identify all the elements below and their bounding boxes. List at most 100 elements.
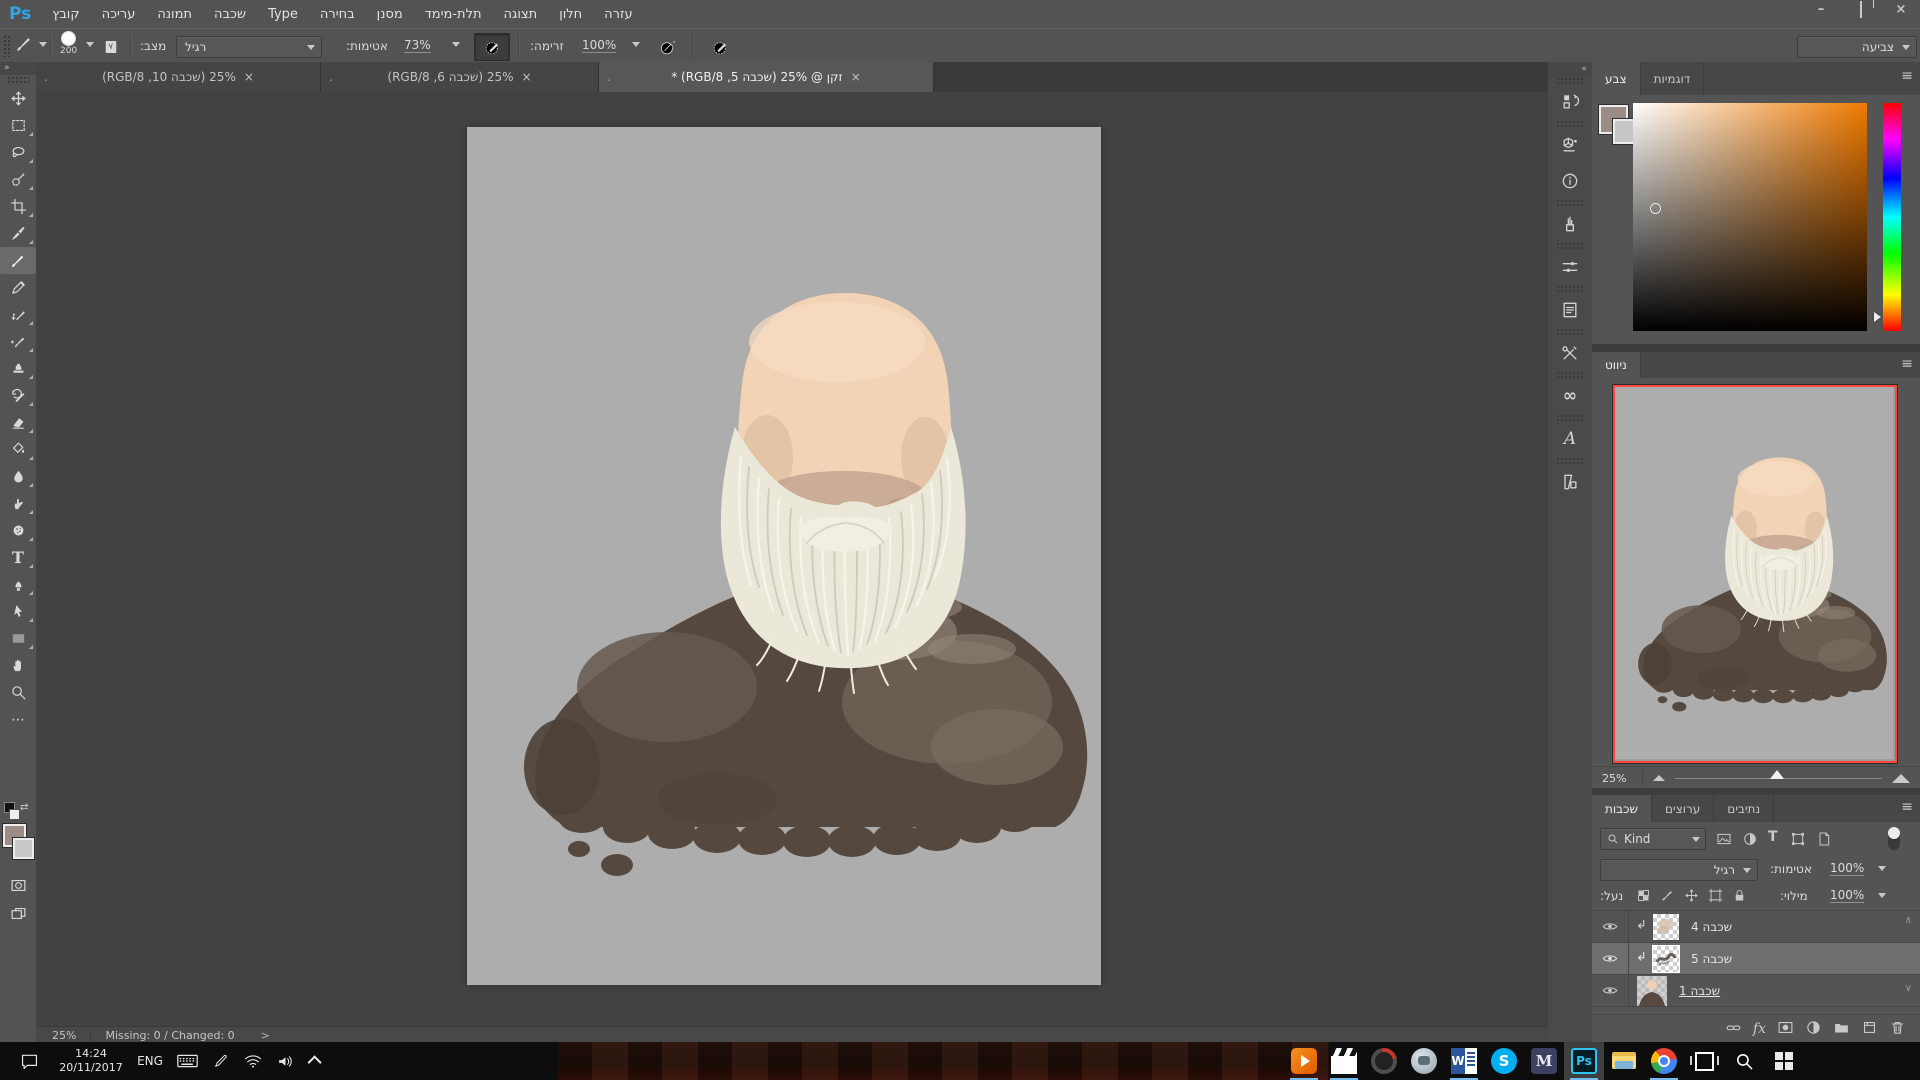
navigator-preview[interactable]	[1612, 384, 1898, 764]
tab-layers[interactable]: שכבות	[1592, 795, 1652, 822]
lock-transparency-icon[interactable]	[1636, 888, 1651, 906]
marquee-tool[interactable]	[0, 112, 36, 139]
brush-settings-panel-button[interactable]	[1548, 249, 1592, 285]
app-media-player-icon[interactable]	[1284, 1042, 1324, 1080]
filter-type-text-icon[interactable]: T	[1768, 829, 1778, 845]
app-explorer-icon[interactable]	[1604, 1042, 1644, 1080]
visibility-eye-icon[interactable]	[1592, 975, 1629, 1006]
close-tab-icon[interactable]: ×	[522, 70, 532, 84]
layer-opacity-value[interactable]: 100%	[1830, 861, 1865, 876]
task-view-icon[interactable]	[1684, 1042, 1724, 1080]
filter-shape-icon[interactable]	[1790, 831, 1806, 850]
volume-icon[interactable]	[270, 1042, 300, 1080]
clock[interactable]: 14:24 20/11/2017	[52, 1042, 130, 1080]
layer-thumbnail[interactable]	[1652, 944, 1680, 973]
tab-paths[interactable]: נתיבים	[1714, 795, 1775, 822]
tool-presets-panel-button[interactable]	[1548, 335, 1592, 371]
tab-navigator[interactable]: ניווט	[1592, 352, 1641, 378]
more-tools-button[interactable]: ⋯	[0, 706, 36, 733]
app-gray-utility-icon[interactable]	[1404, 1042, 1444, 1080]
color-cursor[interactable]	[1650, 203, 1661, 214]
new-group-folder-icon[interactable]	[1833, 1019, 1850, 1039]
chevron-down-icon[interactable]	[452, 42, 460, 47]
move-tool[interactable]	[0, 85, 36, 112]
chevron-down-icon[interactable]	[1878, 893, 1886, 898]
pressure-opacity-button[interactable]	[474, 33, 510, 61]
expand-panels-button[interactable]: «	[1548, 62, 1592, 77]
tab-channels[interactable]: ערוצים	[1652, 795, 1715, 822]
clone-source-panel-button[interactable]	[1548, 292, 1592, 328]
notes-panel-button[interactable]	[1548, 464, 1592, 500]
pencil-tool[interactable]	[0, 274, 36, 301]
zoom-slider-thumb[interactable]	[1770, 769, 1785, 779]
hue-slider[interactable]	[1883, 103, 1901, 331]
filter-smart-object-icon[interactable]	[1816, 831, 1832, 850]
app-word-icon[interactable]: W	[1444, 1042, 1484, 1080]
canvas-area[interactable]	[36, 92, 1548, 1026]
menu-help[interactable]: עזרה	[593, 0, 643, 28]
foreground-background-swatches[interactable]	[2, 823, 35, 866]
opacity-value[interactable]: 73%	[404, 38, 431, 53]
history-brush-tool[interactable]	[0, 382, 36, 409]
layer-row-4[interactable]: שכבה 4 ∧	[1592, 911, 1920, 943]
brush-size-picker[interactable]: 200	[60, 31, 77, 56]
info-panel-button[interactable]	[1548, 163, 1592, 199]
creative-cloud-panel-button[interactable]: ∞	[1548, 378, 1592, 414]
layer-thumbnail[interactable]	[1637, 975, 1667, 1006]
menu-window[interactable]: חלון	[548, 0, 593, 28]
swap-colors-icon[interactable]: ⇄	[20, 802, 28, 813]
menu-filter[interactable]: מסנן	[366, 0, 414, 28]
chevron-down-icon[interactable]	[632, 42, 640, 47]
language-indicator[interactable]: ENG	[132, 1042, 168, 1080]
wifi-icon[interactable]	[238, 1042, 268, 1080]
new-layer-icon[interactable]	[1861, 1019, 1878, 1039]
menu-3d[interactable]: תלת-מימד	[414, 0, 493, 28]
pressure-size-button[interactable]	[702, 33, 738, 61]
layer-style-fx-icon[interactable]: fx	[1753, 1021, 1766, 1037]
document-tab-1[interactable]: . 25% (שכבה 10, RGB/8) ×	[36, 62, 321, 92]
sponge-tool[interactable]	[0, 517, 36, 544]
tab-color[interactable]: צבע	[1592, 62, 1641, 95]
chevron-down-icon[interactable]	[1878, 866, 1886, 871]
blend-mode-dropdown[interactable]: רגיל	[176, 36, 322, 58]
glyphs-panel-button[interactable]: A	[1548, 421, 1592, 457]
artwork-bearded-man[interactable]	[467, 127, 1101, 985]
menu-image[interactable]: תמונה	[146, 0, 203, 28]
action-center-icon[interactable]	[12, 1042, 46, 1080]
workspace-dropdown[interactable]: צביעה	[1797, 36, 1917, 58]
background-color-swatch[interactable]	[12, 837, 35, 860]
paint-bucket-tool[interactable]	[0, 436, 36, 463]
app-movie-maker-icon[interactable]	[1324, 1042, 1364, 1080]
app-skype-icon[interactable]: S	[1484, 1042, 1524, 1080]
adjustment-layer-icon[interactable]	[1805, 1019, 1822, 1039]
layer-row-1[interactable]: שכבה 1 ∨	[1592, 975, 1920, 1007]
blur-tool[interactable]	[0, 463, 36, 490]
eyedropper-tool[interactable]	[0, 220, 36, 247]
zoom-in-button[interactable]	[1892, 773, 1910, 783]
navigator-view-box[interactable]	[1613, 385, 1897, 763]
filter-type-dropdown[interactable]: Kind	[1600, 828, 1706, 850]
crop-tool[interactable]	[0, 193, 36, 220]
layer-blend-mode-dropdown[interactable]: רגיל	[1600, 859, 1758, 881]
app-photoshop-icon[interactable]: Ps	[1564, 1042, 1604, 1080]
lock-position-icon[interactable]	[1684, 888, 1699, 906]
search-icon[interactable]	[1724, 1042, 1764, 1080]
mixer-brush-tool[interactable]	[0, 328, 36, 355]
touch-keyboard-icon[interactable]	[170, 1042, 204, 1080]
shape-tool[interactable]	[0, 625, 36, 652]
options-grip[interactable]	[3, 35, 11, 57]
path-selection-tool[interactable]	[0, 598, 36, 625]
airbrush-button[interactable]	[652, 33, 684, 61]
menu-file[interactable]: קובץ	[41, 0, 90, 28]
document-tab-2[interactable]: . 25% (שכבה 6, RGB/8) ×	[321, 62, 599, 92]
delete-layer-trash-icon[interactable]	[1889, 1019, 1906, 1039]
filter-adjustment-icon[interactable]	[1742, 831, 1758, 850]
properties-3d-panel-button[interactable]	[1548, 127, 1592, 163]
lasso-tool[interactable]	[0, 139, 36, 166]
color-replacement-tool[interactable]	[0, 301, 36, 328]
saturation-brightness-field[interactable]	[1633, 103, 1867, 331]
document-tab-active[interactable]: . זקן @ 25% (שכבה 5, RGB/8) * ×	[599, 62, 934, 92]
hand-tool[interactable]	[0, 652, 36, 679]
lock-artboard-icon[interactable]	[1708, 888, 1723, 906]
panel-menu-icon[interactable]: ≡	[1901, 356, 1913, 372]
